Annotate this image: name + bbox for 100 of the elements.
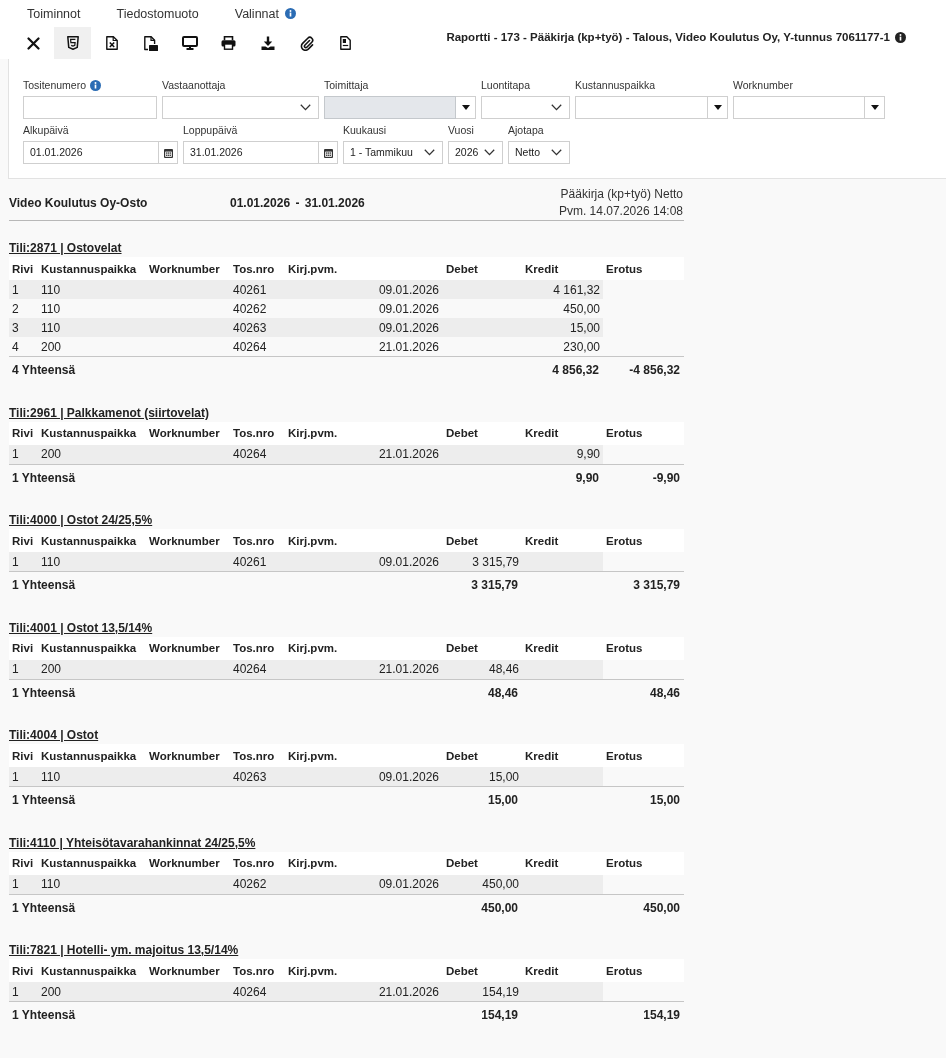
column-header: Rivi	[11, 964, 35, 977]
calendar-icon	[163, 147, 173, 158]
table-cell-text: 3 315,79	[471, 554, 520, 569]
total-cell-text: 15,00	[486, 793, 519, 808]
column-header: Kustannuspaikka	[40, 964, 138, 977]
select-field[interactable]: Netto	[508, 141, 570, 164]
dropdown-button[interactable]	[708, 96, 728, 119]
table-cell-text: 230,00	[562, 339, 601, 354]
column-header: Tos.nro	[232, 964, 276, 977]
table-cell-text: 4 161,32	[552, 282, 601, 297]
column-header: Worknumber	[148, 749, 221, 762]
column-header: Erotus	[605, 427, 644, 439]
field-label: Toimittaja	[324, 78, 369, 92]
column-header: Kustannuspaikka	[40, 642, 138, 654]
total-label: 1 Yhteensä	[11, 470, 77, 485]
calendar-button[interactable]	[159, 141, 178, 164]
total-cell-text: 48,46	[648, 685, 681, 700]
calendar-button[interactable]	[319, 141, 338, 164]
table-cell-text: 110	[40, 320, 62, 335]
column-header: Tos.nro	[232, 642, 276, 654]
table-cell-text: 450,00	[481, 877, 520, 891]
input-field[interactable]	[23, 96, 157, 119]
total-cell-text: 4 856,32	[551, 363, 600, 378]
close-icon	[27, 36, 40, 50]
table-cell-text: 40264	[232, 662, 268, 676]
total-cell-text: 48,46	[486, 685, 519, 700]
table-cell-text: 200	[40, 662, 63, 676]
table-cell-text: 1	[11, 282, 20, 297]
paperclip-icon	[299, 35, 314, 51]
total-cell-text: 9,90	[574, 470, 600, 485]
total-cell-text: 450,00	[480, 900, 519, 915]
caret-down-icon	[870, 105, 879, 110]
table-cell-text: 200	[40, 447, 63, 461]
combo-field[interactable]	[733, 96, 865, 119]
total-cell-text: -9,90	[651, 470, 681, 485]
date-field[interactable]: 01.01.2026	[23, 141, 159, 164]
company-name: Video Koulutus Oy-Osto	[9, 196, 149, 210]
table-cell-text: 09.01.2026	[377, 282, 440, 297]
document-x-icon	[105, 36, 118, 50]
table-cell-text: 1	[11, 769, 20, 784]
total-cell-text: 450,00	[642, 900, 681, 915]
column-header: Erotus	[605, 642, 644, 654]
table-cell-text: 15,00	[568, 320, 601, 335]
table-cell-text: 21.01.2026	[377, 447, 440, 461]
field-label: Worknumber	[733, 78, 793, 92]
table-cell-text: 3	[11, 320, 20, 335]
column-header: Kustannuspaikka	[40, 427, 138, 439]
column-header: Kustannuspaikka	[40, 534, 138, 547]
column-header: Kustannuspaikka	[40, 749, 138, 762]
column-header: Worknumber	[148, 857, 221, 869]
field-label: Kuukausi	[343, 123, 387, 137]
total-label: 1 Yhteensä	[11, 1008, 77, 1023]
document-icon	[340, 36, 351, 50]
column-header: Rivi	[11, 642, 35, 654]
field-label: Tositenumero	[23, 78, 87, 92]
chevron-down-icon	[551, 104, 562, 111]
menu-item[interactable]: Valinnat	[234, 6, 279, 21]
dropdown-button[interactable]	[865, 96, 885, 119]
chevron-down-icon	[300, 104, 311, 111]
total-label: 4 Yhteensä	[11, 363, 77, 378]
chevron-down-icon	[551, 149, 562, 156]
table-cell-text: 40261	[232, 554, 268, 569]
toolbar-button[interactable]	[54, 27, 91, 59]
table-cell-text: 110	[40, 282, 62, 297]
table-cell-text: 450,00	[562, 301, 601, 316]
table-cell-text: 154,19	[481, 984, 520, 999]
account-title: Tili:2961 | Palkkamenot (siirtovelat)	[9, 405, 209, 420]
table-cell-text: 40261	[232, 282, 268, 297]
report-name: Pääkirja (kp+työ) Netto	[560, 186, 683, 203]
account-title: Tili:4004 | Ostot	[9, 728, 99, 742]
table-cell-text: 09.01.2026	[377, 554, 440, 569]
select-field[interactable]	[481, 96, 570, 119]
column-header: Tos.nro	[232, 749, 276, 762]
select-field[interactable]: 2026	[448, 141, 503, 164]
table-cell-text: 200	[40, 984, 63, 999]
select-field[interactable]: 1 - Tammikuu	[343, 141, 443, 164]
combo-field[interactable]	[575, 96, 708, 119]
table-cell-text: 110	[40, 301, 62, 316]
column-header: Debet	[445, 857, 479, 869]
table-cell-text: 21.01.2026	[377, 984, 440, 999]
column-header: Tos.nro	[232, 427, 276, 439]
column-header: Worknumber	[148, 964, 221, 977]
column-header: Rivi	[11, 857, 35, 869]
column-header: Worknumber	[148, 427, 221, 439]
total-cell-text: 154,19	[642, 1008, 681, 1023]
column-header: Kirj.pvm.	[287, 642, 339, 654]
table-cell-text: 09.01.2026	[377, 877, 440, 891]
menu-item[interactable]: Toiminnot	[27, 6, 81, 21]
column-header: Erotus	[605, 749, 644, 762]
table-cell-text: 09.01.2026	[377, 769, 440, 784]
total-cell-text: 154,19	[480, 1008, 519, 1023]
column-header: Worknumber	[148, 534, 221, 547]
date-field[interactable]: 31.01.2026	[183, 141, 319, 164]
column-header: Kredit	[524, 534, 560, 547]
info-icon[interactable]	[895, 31, 906, 43]
menu-item[interactable]: Tiedostomuoto	[116, 6, 199, 21]
select-field[interactable]	[162, 96, 319, 119]
dropdown-button[interactable]	[456, 96, 476, 119]
account-title: Tili:4000 | Ostot 24/25,5%	[9, 513, 153, 527]
column-header: Kirj.pvm.	[287, 262, 339, 275]
